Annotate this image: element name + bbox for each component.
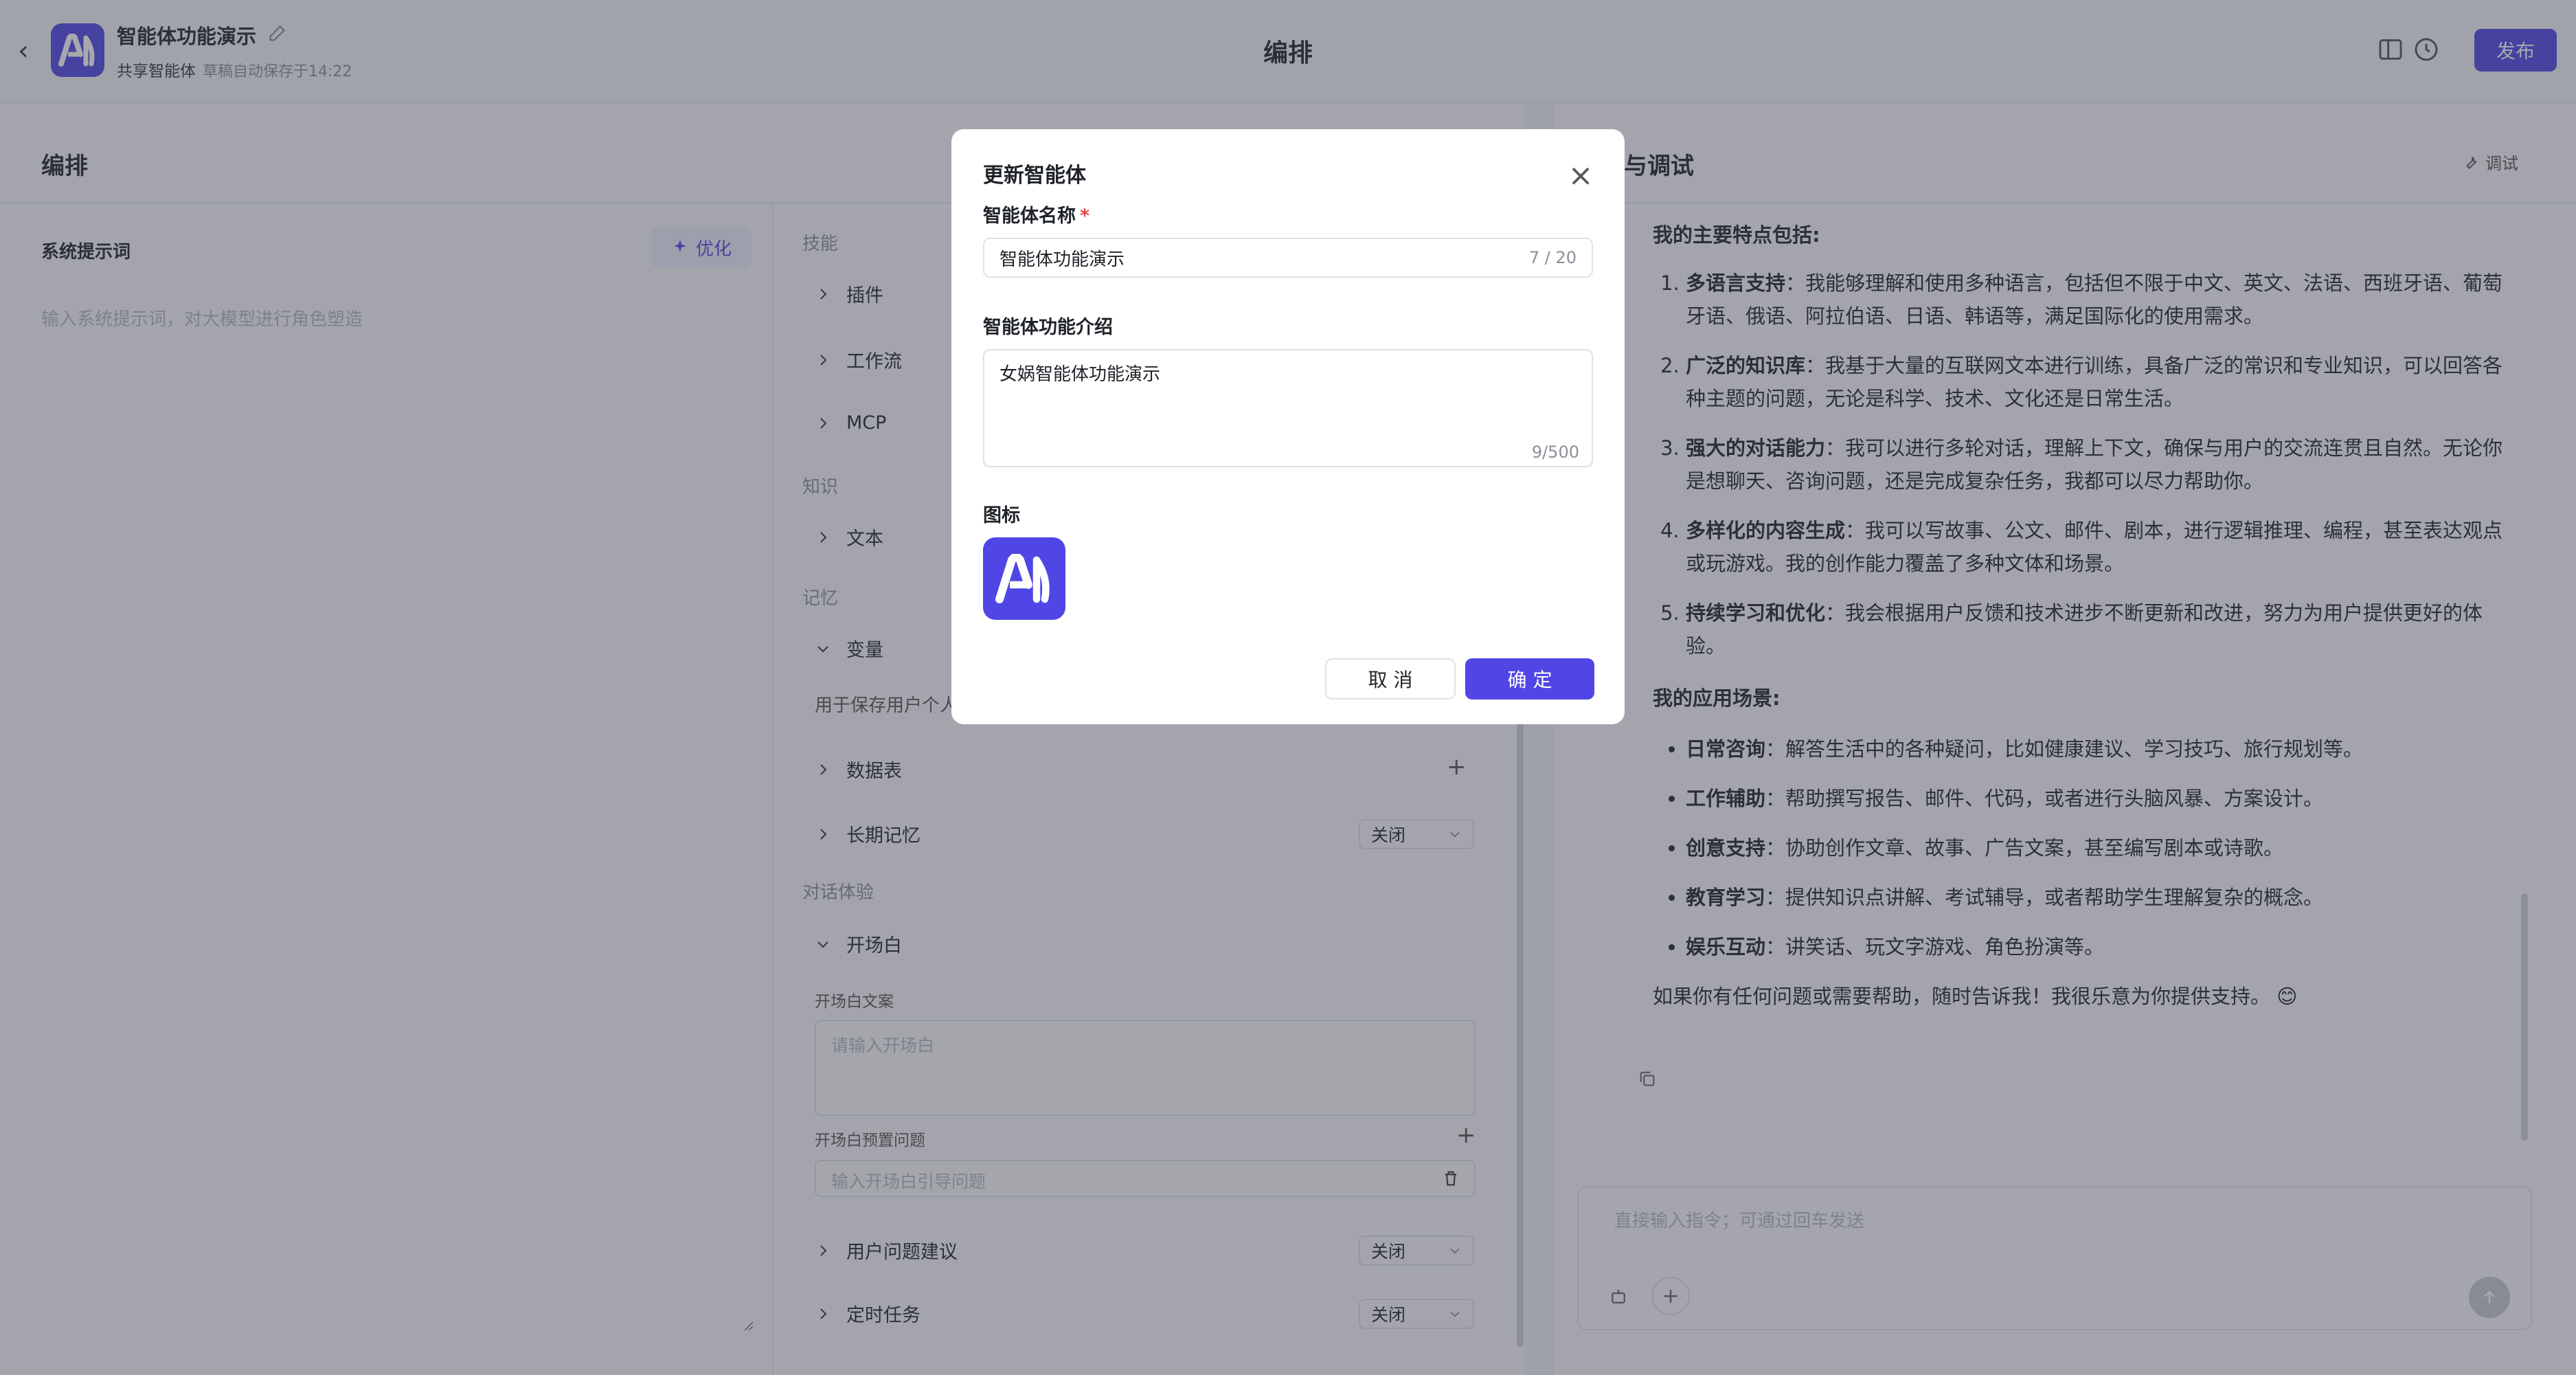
desc-char-count: 9/500	[1531, 443, 1579, 462]
agent-name-input[interactable]: 智能体功能演示 7 / 20	[983, 238, 1593, 278]
close-icon[interactable]: ×	[1566, 161, 1596, 191]
update-agent-dialog: 更新智能体 × 智能体名称 * 智能体功能演示 7 / 20 智能体功能介绍 女娲…	[951, 129, 1625, 724]
agent-logo-icon	[995, 554, 1050, 603]
required-mark: *	[1080, 205, 1090, 227]
desc-label: 智能体功能介绍	[983, 317, 1113, 338]
name-label: 智能体名称 *	[983, 201, 1089, 227]
dialog-title: 更新智能体	[983, 164, 1086, 188]
confirm-button[interactable]: 确 定	[1465, 658, 1594, 700]
cancel-button[interactable]: 取 消	[1325, 658, 1456, 700]
desc-value: 女娲智能体功能演示	[999, 364, 1161, 385]
agent-icon-picker[interactable]	[983, 537, 1065, 620]
icon-label: 图标	[983, 505, 1020, 526]
name-value: 智能体功能演示	[999, 249, 1125, 270]
name-label-text: 智能体名称	[983, 205, 1076, 227]
name-char-count: 7 / 20	[1528, 248, 1577, 267]
agent-description-textarea[interactable]: 女娲智能体功能演示 9/500	[983, 349, 1593, 467]
